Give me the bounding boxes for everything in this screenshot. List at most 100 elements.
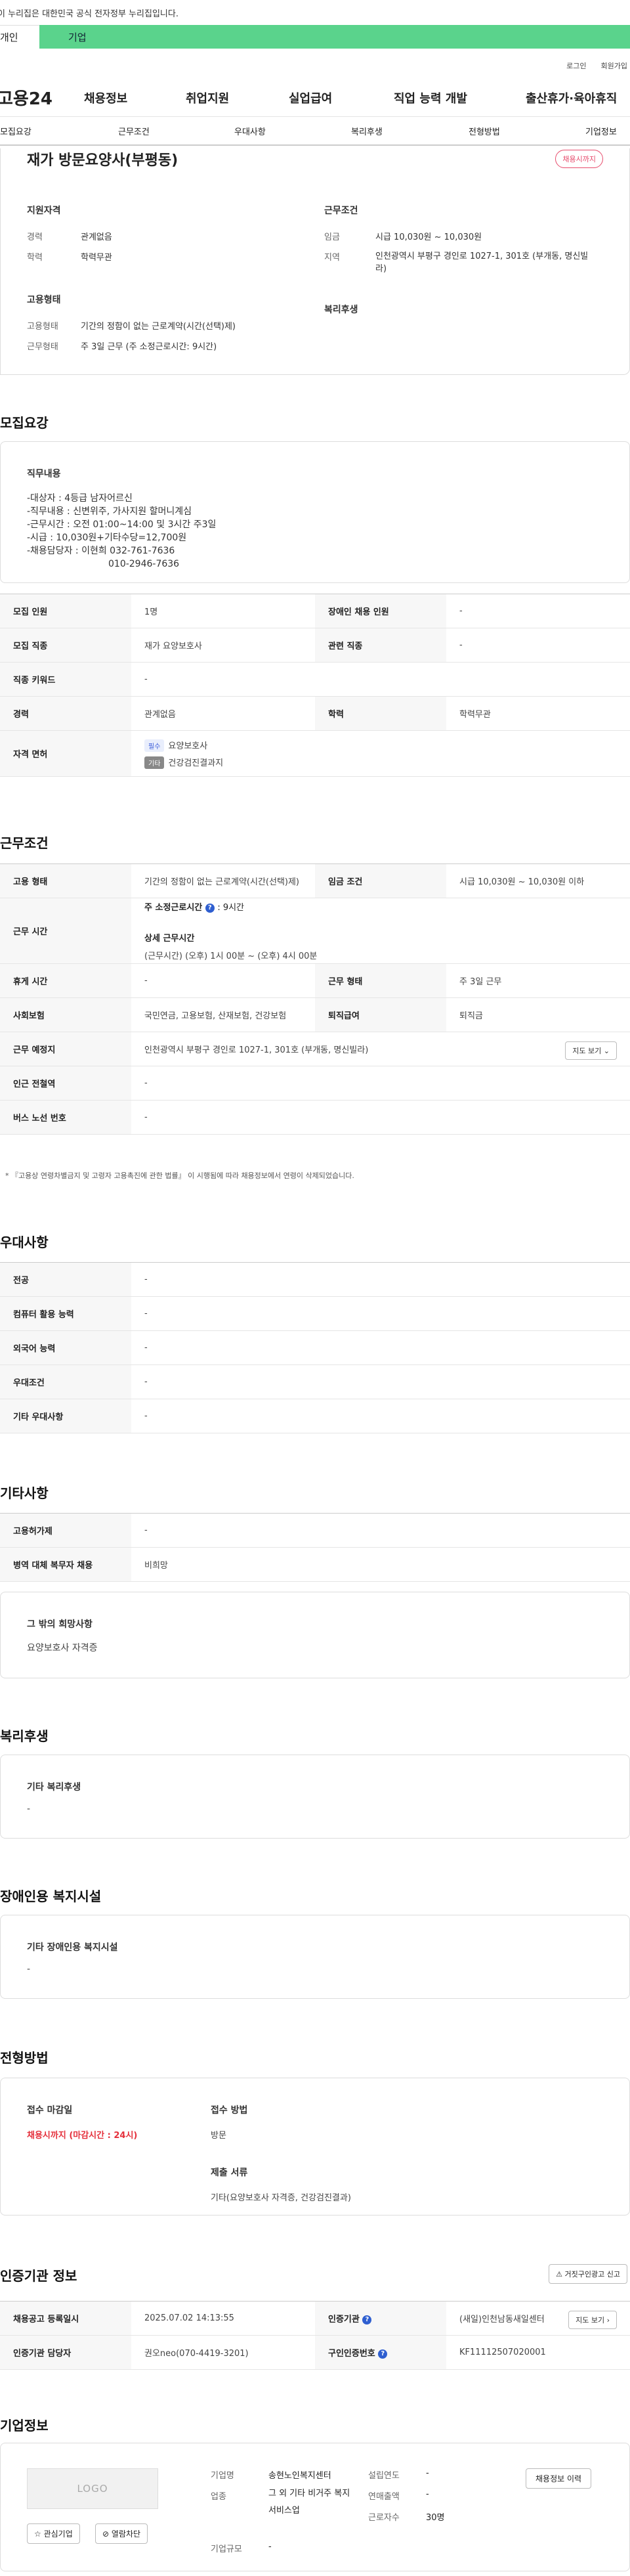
utility-links: 로그인 회원가입 <box>0 49 630 79</box>
table-cell: 기간의 정함이 없는 근로계약(시간(선택)제) <box>131 863 315 898</box>
name-label: 기업명 <box>211 2471 234 2481</box>
tab-company[interactable]: 기업 <box>39 25 630 49</box>
table-header: 인근 전철역 <box>0 1066 131 1101</box>
login-link[interactable]: 로그인 <box>566 60 586 79</box>
required-tag: 필수 <box>144 739 165 752</box>
hours-weekly-value: : 9시간 <box>217 903 245 913</box>
table-cell: 권오neo(070-4419-3201) <box>131 2335 315 2370</box>
table-row: 고용허가제 - <box>0 1513 630 1548</box>
section-subnav: 모집요강 근무조건 우대사항 복리후생 전형방법 기업정보 <box>0 117 630 146</box>
table-cell: - <box>131 1364 630 1399</box>
gnb-item-parental-leave[interactable]: 출산휴가·육아휴직 <box>526 89 617 106</box>
gnb-item-skills[interactable]: 직업 능력 개발 <box>394 89 467 106</box>
table-cell: - <box>446 594 630 628</box>
industry-label: 업종 <box>211 2492 226 2502</box>
hours-detail: (근무시간) (오후) 1시 00분 ~ (오후) 4시 00분 <box>144 951 318 961</box>
table-row: 고용 형태 기간의 정함이 없는 근로계약(시간(선택)제) 임금 조건 시급 … <box>0 863 630 898</box>
table-header: 구인인증번호 ? <box>315 2335 446 2370</box>
subnav-recruit[interactable]: 모집요강 <box>0 125 32 137</box>
block-button-label: 열람차단 <box>111 2529 141 2539</box>
table-row: 기타 우대사항 - <box>0 1399 630 1433</box>
subnav-welfare[interactable]: 복리후생 <box>351 125 383 137</box>
agency-cell: (새일)인천남동새일센터 지도 보기 › <box>446 2301 630 2336</box>
favorite-button[interactable]: ☆ 관심기업 <box>27 2523 80 2544</box>
table-header: 컴퓨터 활용 능력 <box>0 1296 131 1331</box>
table-cell: 1명 <box>131 594 315 628</box>
recruit-table: 모집 인원 1명 장애인 채용 인원 - 모집 직종 재가 요양보호사 관련 직… <box>0 594 630 777</box>
duties-title: 직무내용 <box>27 469 61 479</box>
table-row: 근무 시간 주 소정근로시간 ? : 9시간 상세 근무시간 (근무시간) (오… <box>0 898 630 964</box>
table-header: 근무 예정지 <box>0 1032 131 1066</box>
map-button-label: 지도 보기 <box>572 1047 602 1055</box>
size-value: - <box>268 2542 272 2552</box>
license-cell: 필수 요양보호사 기타 건강검진결과지 <box>131 730 630 777</box>
table-row: 외국어 능력 - <box>0 1330 630 1365</box>
method-value: 방문 <box>211 2131 226 2141</box>
education-label: 학력 <box>27 253 43 263</box>
table-header: 사회보험 <box>0 997 131 1032</box>
employees-value: 30명 <box>426 2513 445 2523</box>
company-logo: LOGO <box>27 2468 158 2509</box>
info-icon[interactable]: ? <box>378 2349 388 2359</box>
region-value: 인천광역시 부평구 경인로 1027-1, 301호 (부개동, 명신빌라) <box>375 251 589 274</box>
table-header: 고용허가제 <box>0 1513 131 1548</box>
license-other: 건강검진결과지 <box>168 758 224 768</box>
table-header: 모집 직종 <box>0 628 131 663</box>
block-button[interactable]: ⊘ 열람차단 <box>95 2523 148 2544</box>
chevron-down-icon: ⌄ <box>603 1047 610 1055</box>
site-logo[interactable]: 고용24 <box>0 85 66 110</box>
subnav-company[interactable]: 기업정보 <box>585 125 617 137</box>
region-label: 지역 <box>324 253 340 263</box>
tab-person[interactable]: 개인 <box>0 25 39 49</box>
qualification-title: 지원자격 <box>27 206 61 216</box>
table-header: 기타 우대사항 <box>0 1399 131 1433</box>
table-header: 장애인 채용 인원 <box>315 594 446 628</box>
welfare-box: 기타 복리후생 - <box>0 1755 630 1839</box>
table-cell: 국민연금, 고용보험, 산재보험, 건강보험 <box>131 997 315 1032</box>
gov-notice-text: 이 누리집은 대한민국 공식 전자정부 누리집입니다. <box>0 9 178 19</box>
other-tag: 기타 <box>144 756 165 769</box>
summary-right: 근무조건 임금 시급 10,030원 ~ 10,030원 지역 인천광역시 부평구 … <box>324 204 600 316</box>
table-row: 버스 노선 번호 - <box>0 1100 630 1135</box>
global-nav: 고용24 채용정보 취업지원 실업급여 직업 능력 개발 출산휴가·육아휴직 <box>0 79 630 117</box>
table-cell: 2025.07.02 14:13:55 <box>131 2301 315 2336</box>
subnav-selection[interactable]: 전형방법 <box>469 125 500 137</box>
gnb-item-unemployment-benefit[interactable]: 실업급여 <box>289 89 332 106</box>
gnb-item-employment-support[interactable]: 취업지원 <box>186 89 229 106</box>
table-cell: 비희망 <box>131 1547 630 1582</box>
agency-value: (새일)인천남동새일센터 <box>459 2315 545 2325</box>
map-button[interactable]: 지도 보기 ⌄ <box>565 1041 617 1060</box>
table-cell: - <box>131 1399 630 1433</box>
method-title: 접수 방법 <box>211 2105 248 2116</box>
other-wishes-title: 그 밖의 희망사항 <box>27 1619 93 1630</box>
company-section-title: 기업정보 <box>0 2418 49 2434</box>
favorite-button-label: 관심기업 <box>43 2529 73 2539</box>
etc-section-title: 기타사항 <box>0 1485 49 1501</box>
agency-map-button[interactable]: 지도 보기 › <box>568 2311 617 2329</box>
table-header: 인증기관 담당자 <box>0 2335 131 2370</box>
table-cell: 시급 10,030원 ~ 10,030원 이하 <box>446 863 630 898</box>
table-cell: - <box>131 1330 630 1365</box>
summary-left: 지원자격 경력 관계없음 학력 학력무관 고용형태 고용형태 기간의 정함이 없는 근… <box>27 204 303 352</box>
disability-box-value: - <box>27 1964 31 1975</box>
info-icon[interactable]: ? <box>205 903 215 913</box>
star-icon: ☆ <box>34 2529 41 2539</box>
table-cell: - <box>131 1262 630 1297</box>
gnb-item-jobs[interactable]: 채용정보 <box>84 89 127 106</box>
map-button-label: 지도 보기 <box>576 2316 605 2325</box>
career-value: 관계없음 <box>81 232 112 242</box>
preference-section-title: 우대사항 <box>0 1234 49 1250</box>
cert-table: 채용공고 등록일시 2025.07.02 14:13:55 인증기관 ? (새일… <box>0 2301 630 2370</box>
table-header: 모집 인원 <box>0 594 131 628</box>
method-block: 접수 방법 방문 제출 서류 기타(요양보호사 자격증, 건강검진결과) <box>211 2103 351 2203</box>
user-type-tabs: 개인 기업 <box>0 25 630 49</box>
history-button[interactable]: 채용정보 이력 <box>526 2468 592 2489</box>
table-cell: - <box>131 1513 630 1548</box>
signup-link[interactable]: 회원가입 <box>601 60 627 79</box>
info-icon[interactable]: ? <box>362 2315 372 2325</box>
subnav-preference[interactable]: 우대사항 <box>234 125 266 137</box>
report-button[interactable]: ⚠ 거짓구인광고 신고 <box>549 2264 627 2284</box>
revenue-label: 연매출액 <box>368 2492 400 2502</box>
subnav-conditions[interactable]: 근무조건 <box>118 125 150 137</box>
table-header: 직종 키워드 <box>0 662 131 697</box>
